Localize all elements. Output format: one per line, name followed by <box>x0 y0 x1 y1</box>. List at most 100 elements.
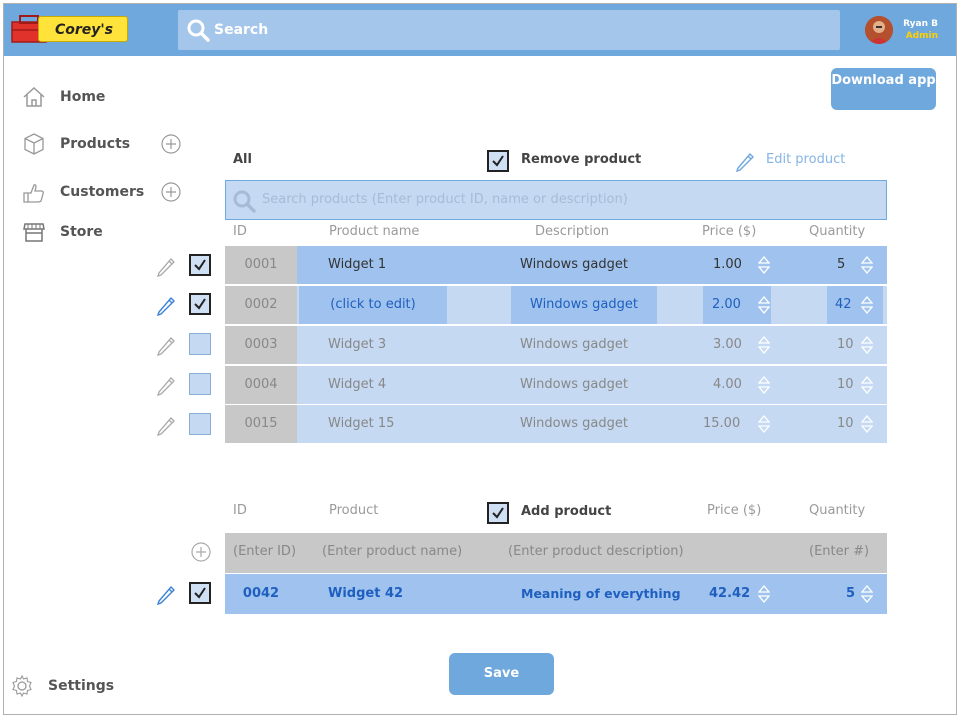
cell-quantity: 5 <box>846 586 856 601</box>
search-icon <box>233 190 256 213</box>
checkmark-icon <box>194 298 206 310</box>
row-select-checkbox[interactable] <box>189 254 211 276</box>
cell-description: Windows gadget <box>520 257 628 272</box>
table-row[interactable]: 0001 Widget 1 Windows gadget 1.00 5 <box>225 246 887 284</box>
add-customer-plus-icon[interactable] <box>160 181 182 203</box>
new-product-row[interactable]: 0042 Widget 42 Meaning of everything 42.… <box>225 574 887 614</box>
search-icon <box>187 19 210 42</box>
user-photo-icon <box>865 16 893 44</box>
cell-price: 42.42 <box>709 586 751 601</box>
quantity-stepper-icon[interactable] <box>861 584 873 604</box>
quantity-stepper-icon[interactable] <box>861 255 873 275</box>
add-column-header-quantity: Quantity <box>809 503 866 518</box>
add-product-plus-icon[interactable] <box>160 133 182 155</box>
description-edit-input[interactable]: Windows gadget <box>511 286 657 324</box>
cell-price: 4.00 <box>713 377 742 392</box>
price-stepper-icon[interactable] <box>758 255 770 275</box>
cell-id: 0003 <box>225 326 297 364</box>
add-product-checkbox[interactable] <box>487 502 509 524</box>
edit-row-pencil-icon[interactable] <box>155 294 177 316</box>
sidebar-item-products[interactable]: Products <box>22 131 130 157</box>
edit-row-pencil-icon[interactable] <box>155 414 177 436</box>
quantity-stepper-icon[interactable] <box>861 375 873 395</box>
quantity-edit-input[interactable]: 42 <box>827 286 883 324</box>
add-product-label: Add product <box>521 504 612 519</box>
cell-id: 0015 <box>225 405 297 443</box>
cell-id: 0002 <box>225 286 297 324</box>
sidebar-item-customers[interactable]: Customers <box>22 179 144 205</box>
new-name-input[interactable]: (Enter product name) <box>322 533 462 571</box>
customer-icon <box>23 184 44 203</box>
edit-row-pencil-icon[interactable] <box>155 583 177 605</box>
product-search-input[interactable]: Search products (Enter product ID, name … <box>225 180 887 220</box>
column-header-price: Price ($) <box>702 224 757 239</box>
checkmark-icon <box>194 587 206 599</box>
cell-price: 1.00 <box>713 257 742 272</box>
search-placeholder: Search <box>214 22 269 38</box>
cell-name: Widget 42 <box>328 586 404 601</box>
cell-id: 0042 <box>242 586 280 601</box>
price-stepper-icon[interactable] <box>758 295 770 315</box>
brand-name: Corey's <box>54 22 114 38</box>
quantity-stepper-icon[interactable] <box>861 295 873 315</box>
edit-product-link[interactable]: Edit product <box>766 152 845 167</box>
row-select-checkbox[interactable] <box>189 413 211 435</box>
price-stepper-icon[interactable] <box>758 335 770 355</box>
table-row[interactable]: 0015 Widget 15 Windows gadget 15.00 10 <box>225 405 887 443</box>
remove-product-checkbox[interactable] <box>487 150 509 172</box>
brand-logo[interactable]: Corey's <box>10 10 128 46</box>
cell-quantity: 10 <box>837 377 854 392</box>
sidebar-item-label: Home <box>60 89 106 105</box>
checkmark-icon <box>492 155 504 167</box>
home-icon <box>23 86 45 107</box>
new-description-input[interactable]: (Enter product description) <box>508 533 684 571</box>
cell-description: Windows gadget <box>520 337 628 352</box>
price-stepper-icon[interactable] <box>758 584 770 604</box>
row-select-checkbox[interactable] <box>189 373 211 395</box>
download-app-button[interactable]: Download app <box>831 68 936 110</box>
user-name: Ryan B <box>903 19 938 29</box>
sidebar-item-home[interactable]: Home <box>22 84 105 110</box>
table-row[interactable]: 0004 Widget 4 Windows gadget 4.00 10 <box>225 366 887 404</box>
new-id-input[interactable]: (Enter ID) <box>233 533 296 571</box>
price-stepper-icon[interactable] <box>758 375 770 395</box>
cell-name: Widget 4 <box>328 377 387 392</box>
global-search-input[interactable]: Search <box>178 10 840 50</box>
edit-row-pencil-icon[interactable] <box>155 255 177 277</box>
quantity-stepper-icon[interactable] <box>861 335 873 355</box>
cell-quantity: 10 <box>837 416 854 431</box>
cell-description: Meaning of everything <box>521 586 681 601</box>
save-button[interactable]: Save <box>449 653 554 695</box>
row-select-checkbox[interactable] <box>189 293 211 315</box>
box-icon <box>24 133 44 155</box>
cell-id: 0004 <box>225 366 297 404</box>
edit-pencil-icon[interactable] <box>734 150 756 172</box>
edit-row-pencil-icon[interactable] <box>155 374 177 396</box>
cell-name: Widget 3 <box>328 337 387 352</box>
sidebar-item-label: Customers <box>60 184 145 200</box>
new-quantity-input[interactable]: (Enter #) <box>809 533 869 571</box>
store-icon <box>23 223 45 242</box>
cell-quantity: 10 <box>837 337 854 352</box>
price-stepper-icon[interactable] <box>758 414 770 434</box>
name-edit-input[interactable]: (click to edit) <box>299 286 447 324</box>
add-column-header-id: ID <box>233 503 247 518</box>
column-header-name: Product name <box>329 224 420 239</box>
row-select-checkbox[interactable] <box>189 333 211 355</box>
sidebar-item-settings[interactable]: Settings <box>10 673 114 699</box>
filter-all[interactable]: All <box>233 152 252 167</box>
table-row-editing[interactable]: 0002 (click to edit) Windows gadget 2.00… <box>225 286 887 324</box>
user-role: Admin <box>905 31 938 41</box>
add-row-plus-icon[interactable] <box>190 541 212 563</box>
new-product-entry-row[interactable]: (Enter ID) (Enter product name) (Enter p… <box>225 533 887 573</box>
cell-quantity: 5 <box>837 257 846 272</box>
edit-row-pencil-icon[interactable] <box>155 334 177 356</box>
avatar[interactable] <box>865 16 893 44</box>
column-header-quantity: Quantity <box>809 224 866 239</box>
sidebar-item-store[interactable]: Store <box>22 219 103 245</box>
cell-description: Windows gadget <box>520 416 628 431</box>
quantity-stepper-icon[interactable] <box>861 414 873 434</box>
brand-badge: Corey's <box>38 16 128 42</box>
table-row[interactable]: 0003 Widget 3 Windows gadget 3.00 10 <box>225 326 887 364</box>
row-select-checkbox[interactable] <box>189 582 211 604</box>
